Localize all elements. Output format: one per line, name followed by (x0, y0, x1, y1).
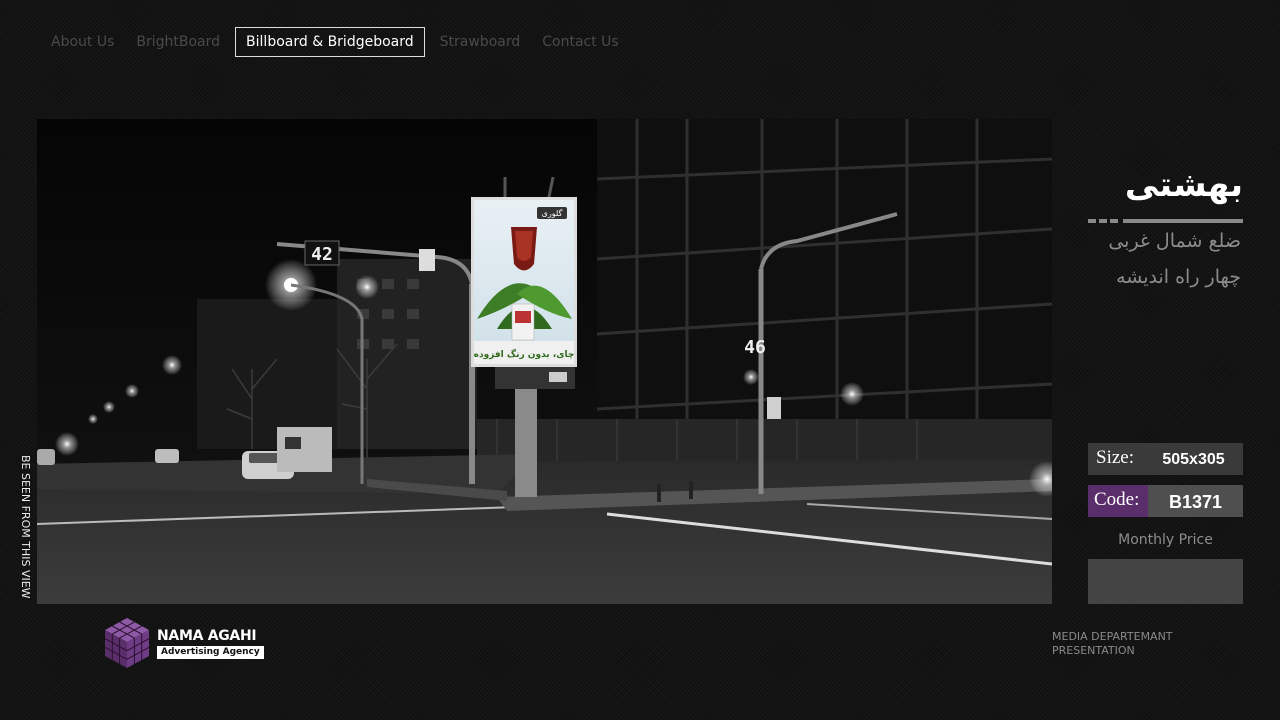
construction-building (596, 119, 1052, 449)
nav-brightboard[interactable]: BrightBoard (125, 27, 231, 57)
view-caption: BE SEEN FROM THIS VIEW (19, 455, 32, 599)
billboard-location-photo: 42 گلوری چای، بدون رنگ افزوده 46 (37, 119, 1052, 604)
location-title: بهشتی (1124, 165, 1243, 205)
code-label: Code: (1088, 485, 1148, 517)
size-label: Size: (1096, 447, 1134, 468)
location-line-1: ضلع شمال غربی (1108, 230, 1241, 252)
size-value: 505x305 (1162, 451, 1225, 468)
company-logo[interactable]: NAMA AGAHI Advertising Agency (103, 616, 264, 670)
footer-caption-line-2: PRESENTATION (1052, 644, 1135, 657)
cube-logo-icon (104, 618, 150, 668)
logo-name: NAMA AGAHI (157, 627, 257, 644)
nav-billboard-bridgeboard[interactable]: Billboard & Bridgeboard (235, 27, 425, 57)
nav-contact-us[interactable]: Contact Us (531, 27, 629, 57)
monthly-price-value (1088, 559, 1243, 604)
location-info: بهشتی ضلع شمال غربی چهار راه اندیشه (1088, 150, 1243, 295)
footer-caption-line-1: MEDIA DEPARTEMANT (1052, 630, 1173, 643)
location-line-2: چهار راه اندیشه (1116, 266, 1241, 288)
billboard-slogan: چای، بدون رنگ افزوده (474, 348, 575, 360)
nav-about-us[interactable]: About Us (40, 27, 125, 57)
code-value: B1371 (1168, 492, 1223, 512)
footer-caption: MEDIA DEPARTEMANT PRESENTATION (1052, 630, 1252, 658)
billboard-brand: گلوری (542, 208, 563, 218)
top-nav: About Us BrightBoard Billboard & Bridgeb… (40, 27, 630, 57)
size-field: Size: 505x305 (1088, 443, 1243, 475)
code-field: Code: B1371 (1088, 485, 1243, 517)
signal-countdown-right: 46 (744, 337, 766, 358)
monthly-price-label: Monthly Price (1118, 532, 1213, 548)
nav-strawboard[interactable]: Strawboard (429, 27, 532, 57)
signal-countdown-left: 42 (311, 244, 333, 265)
logo-tagline: Advertising Agency (157, 645, 264, 659)
billboard-ad: گلوری چای، بدون رنگ افزوده (471, 197, 577, 367)
